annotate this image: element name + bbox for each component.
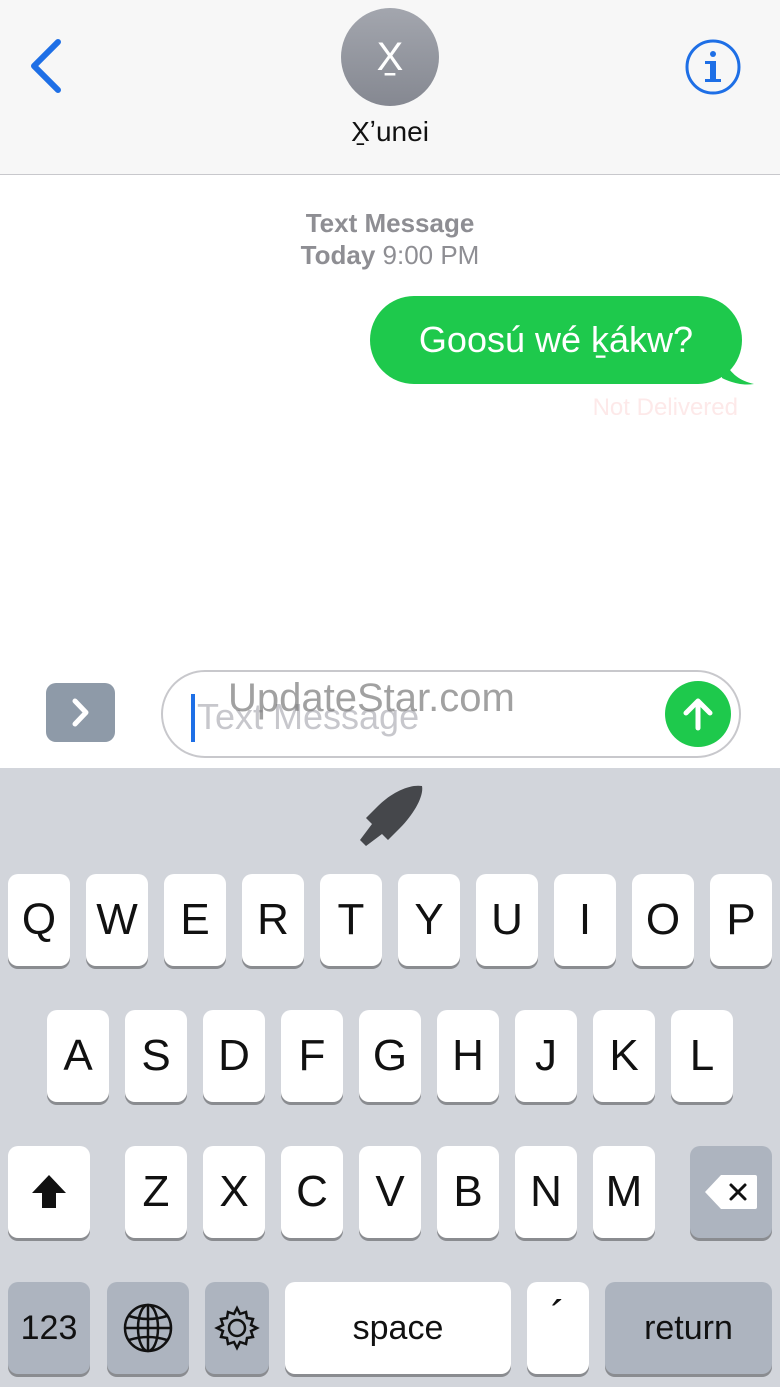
key-u[interactable]: U <box>476 874 538 966</box>
key-v[interactable]: V <box>359 1146 421 1238</box>
key-n[interactable]: N <box>515 1146 577 1238</box>
key-p[interactable]: P <box>710 874 772 966</box>
key-m[interactable]: M <box>593 1146 655 1238</box>
avatar-initial: X̱ <box>376 34 404 79</box>
watermark: UpdateStar.com <box>228 676 515 720</box>
send-button[interactable] <box>665 681 731 747</box>
info-icon <box>685 39 741 95</box>
timestamp-day: Today <box>300 240 376 270</box>
key-d[interactable]: D <box>203 1010 265 1102</box>
key-w[interactable]: W <box>86 874 148 966</box>
contact-name[interactable]: X̱ʼunei <box>0 116 780 148</box>
key-e[interactable]: E <box>164 874 226 966</box>
back-button[interactable] <box>22 34 82 98</box>
shift-icon <box>32 1175 66 1208</box>
message-type-label: Text Message <box>305 208 475 238</box>
conversation-header: X̱ X̱ʼunei <box>0 0 780 175</box>
info-button[interactable] <box>684 38 742 96</box>
gear-icon <box>214 1305 260 1351</box>
shift-key[interactable] <box>8 1146 90 1238</box>
space-key[interactable]: space <box>285 1282 511 1374</box>
delivery-status: Not Delivered <box>592 394 738 421</box>
key-k[interactable]: K <box>593 1010 655 1102</box>
back-chevron-icon <box>31 39 61 93</box>
numbers-key[interactable]: 123 <box>8 1282 90 1374</box>
key-g[interactable]: G <box>359 1010 421 1102</box>
key-z[interactable]: Z <box>125 1146 187 1238</box>
key-t[interactable]: T <box>320 874 382 966</box>
return-key[interactable]: return <box>605 1282 772 1374</box>
delete-icon <box>705 1175 757 1209</box>
apps-toggle-button[interactable] <box>46 683 115 742</box>
globe-key[interactable] <box>107 1282 189 1374</box>
messages-screen: X̱ X̱ʼunei Text Message Today 9:00 PM Go… <box>0 0 780 1387</box>
keyboard: Q W E R T Y U I O P A S D F G H J K L Z … <box>0 768 780 1387</box>
settings-key[interactable] <box>205 1282 269 1374</box>
key-y[interactable]: Y <box>398 874 460 966</box>
send-arrow-icon <box>683 698 713 731</box>
globe-icon <box>123 1303 173 1353</box>
timestamp-time: 9:00 PM <box>382 240 480 270</box>
message-text: Goosú wé ḵákw? <box>418 319 694 360</box>
key-r[interactable]: R <box>242 874 304 966</box>
key-x[interactable]: X <box>203 1146 265 1238</box>
key-f[interactable]: F <box>281 1010 343 1102</box>
accent-key[interactable]: ´ <box>527 1282 589 1374</box>
key-o[interactable]: O <box>632 874 694 966</box>
pen-icon <box>360 785 423 846</box>
apps-chevron-icon <box>72 698 89 727</box>
delete-key[interactable] <box>690 1146 772 1238</box>
contact-avatar[interactable]: X̱ <box>341 8 439 106</box>
key-l[interactable]: L <box>671 1010 733 1102</box>
message-bubble[interactable]: Goosú wé ḵákw? <box>370 296 742 384</box>
key-q[interactable]: Q <box>8 874 70 966</box>
timestamp: Today 9:00 PM <box>0 240 780 271</box>
key-i[interactable]: I <box>554 874 616 966</box>
key-j[interactable]: J <box>515 1010 577 1102</box>
text-caret <box>191 694 195 742</box>
key-b[interactable]: B <box>437 1146 499 1238</box>
key-a[interactable]: A <box>47 1010 109 1102</box>
key-s[interactable]: S <box>125 1010 187 1102</box>
key-h[interactable]: H <box>437 1010 499 1102</box>
key-c[interactable]: C <box>281 1146 343 1238</box>
